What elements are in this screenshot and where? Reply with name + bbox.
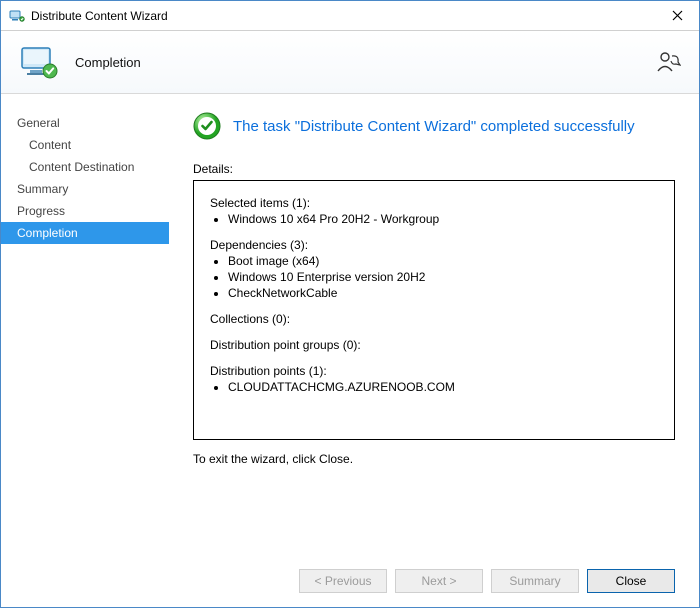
- list-item: CLOUDATTACHCMG.AZURENOOB.COM: [228, 379, 658, 395]
- details-label: Details:: [193, 162, 675, 176]
- button-row: < Previous Next > Summary Close: [1, 555, 699, 607]
- sidebar-item-label: Summary: [17, 182, 68, 196]
- next-button: Next >: [395, 569, 483, 593]
- details-dp-list: CLOUDATTACHCMG.AZURENOOB.COM: [228, 379, 658, 395]
- wizard-header-left: Completion: [19, 42, 141, 82]
- sidebar-item-label: General: [17, 116, 60, 130]
- sidebar-item-content[interactable]: Content: [1, 134, 169, 156]
- sidebar-item-label: Content Destination: [29, 160, 134, 174]
- wizard-main: The task "Distribute Content Wizard" com…: [169, 94, 699, 555]
- app-icon: [9, 8, 25, 24]
- step-title: Completion: [75, 55, 141, 70]
- sidebar-item-content-destination[interactable]: Content Destination: [1, 156, 169, 178]
- status-message: The task "Distribute Content Wizard" com…: [233, 118, 635, 135]
- sidebar-item-label: Content: [29, 138, 71, 152]
- status-row: The task "Distribute Content Wizard" com…: [193, 112, 675, 140]
- window-close-button[interactable]: [655, 1, 699, 30]
- list-item: CheckNetworkCable: [228, 285, 658, 301]
- details-dependencies-title: Dependencies (3):: [210, 237, 658, 253]
- window-title: Distribute Content Wizard: [31, 9, 655, 23]
- sidebar-item-completion[interactable]: Completion: [1, 222, 169, 244]
- list-item: Boot image (x64): [228, 253, 658, 269]
- sidebar-item-general[interactable]: General: [1, 112, 169, 134]
- wizard-window: Distribute Content Wizard Completion: [0, 0, 700, 608]
- details-selected-list: Windows 10 x64 Pro 20H2 - Workgroup: [228, 211, 658, 227]
- wizard-header: Completion: [1, 31, 699, 94]
- sidebar-item-summary[interactable]: Summary: [1, 178, 169, 200]
- details-selected-title: Selected items (1):: [210, 195, 658, 211]
- details-box: Selected items (1): Windows 10 x64 Pro 2…: [193, 180, 675, 440]
- details-dependencies-list: Boot image (x64) Windows 10 Enterprise v…: [228, 253, 658, 301]
- wizard-body: General Content Content Destination Summ…: [1, 94, 699, 555]
- details-dp-title: Distribution points (1):: [210, 363, 658, 379]
- summary-button: Summary: [491, 569, 579, 593]
- sidebar-item-progress[interactable]: Progress: [1, 200, 169, 222]
- details-dpgroups-title: Distribution point groups (0):: [210, 337, 658, 353]
- wizard-icon: [19, 42, 59, 82]
- list-item: Windows 10 x64 Pro 20H2 - Workgroup: [228, 211, 658, 227]
- sidebar-item-label: Progress: [17, 204, 65, 218]
- exit-hint: To exit the wizard, click Close.: [193, 452, 675, 466]
- success-check-icon: [193, 112, 221, 140]
- list-item: Windows 10 Enterprise version 20H2: [228, 269, 658, 285]
- previous-button: < Previous: [299, 569, 387, 593]
- title-bar: Distribute Content Wizard: [1, 1, 699, 31]
- details-collections-title: Collections (0):: [210, 311, 658, 327]
- sidebar-item-label: Completion: [17, 226, 78, 240]
- feedback-icon[interactable]: [655, 49, 681, 75]
- close-button[interactable]: Close: [587, 569, 675, 593]
- step-sidebar: General Content Content Destination Summ…: [1, 94, 169, 555]
